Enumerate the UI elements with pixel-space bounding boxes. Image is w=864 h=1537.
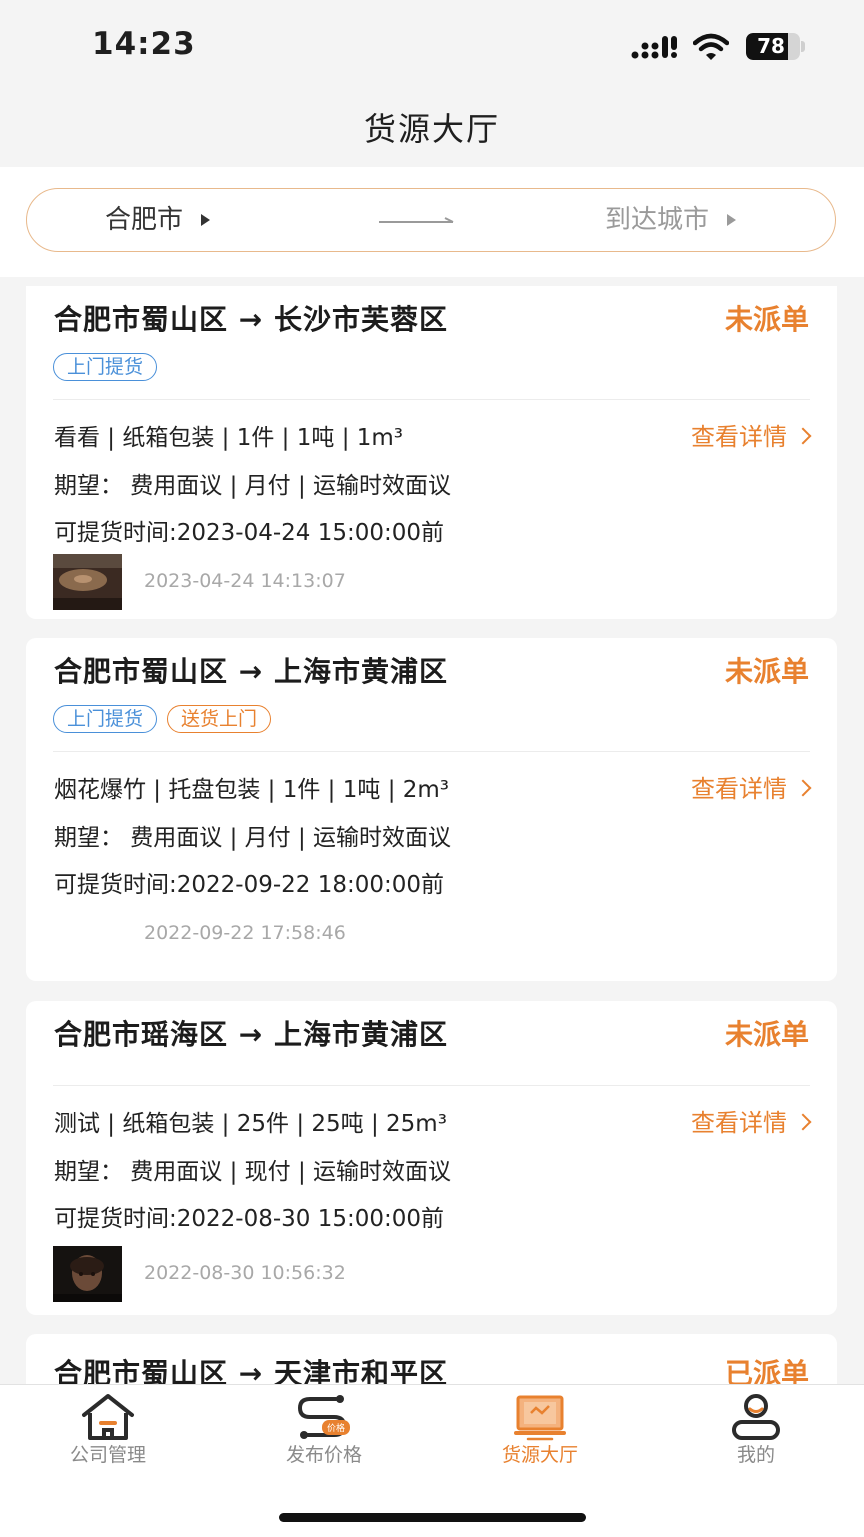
status-bar: 14:23 78 <box>0 0 864 92</box>
price-route-icon: 价格 <box>297 1395 350 1439</box>
tag-delivery: 送货上门 <box>167 705 272 733</box>
caret-right-icon <box>201 214 211 226</box>
route-arrow-icon <box>379 217 454 223</box>
listing-card[interactable]: 合肥市蜀山区 → 上海市黄浦区 未派单 上门提货 送货上门 烟花爆竹 | 托盘包… <box>26 638 837 981</box>
home-icon <box>82 1394 134 1440</box>
view-details-link[interactable]: 查看详情 <box>691 1103 812 1138</box>
tab-label: 公司管理 <box>69 1444 146 1466</box>
from-city-label: 合肥市 <box>105 205 184 235</box>
status-time: 14:23 <box>92 26 196 62</box>
page-title: 货源大厅 <box>363 110 500 148</box>
caret-right-icon <box>727 214 737 226</box>
chevron-right-icon <box>794 779 812 797</box>
shipper-avatar-image <box>53 1246 122 1302</box>
listing-card[interactable]: 合肥市瑶海区 → 上海市黄浦区 未派单 测试 | 纸箱包装 | 25件 | 25… <box>26 1001 837 1315</box>
profile-icon <box>732 1394 780 1440</box>
battery-cap <box>801 41 805 52</box>
expectation-info: 期望： 费用面议 | 月付 | 运输时效面议 <box>54 473 452 499</box>
posted-timestamp: 2022-09-22 17:58:46 <box>144 922 346 944</box>
listing-card[interactable]: 合肥市蜀山区 → 长沙市芙蓉区 未派单 上门提货 看看 | 纸箱包装 | 1件 … <box>26 286 837 619</box>
expectation-info: 期望： 费用面议 | 现付 | 运输时效面议 <box>54 1159 452 1185</box>
home-indicator[interactable] <box>279 1513 586 1522</box>
view-details-label: 查看详情 <box>691 423 787 451</box>
route-text: 合肥市瑶海区 → 上海市黄浦区 <box>54 1018 448 1051</box>
service-tags: 上门提货 <box>53 353 158 383</box>
wifi-icon <box>693 33 729 60</box>
tag-pickup: 上门提货 <box>53 705 158 733</box>
tab-publish-price[interactable]: 价格 发布价格 <box>216 1385 432 1485</box>
view-details-link[interactable]: 查看详情 <box>691 417 812 452</box>
tab-my-profile[interactable]: 我的 <box>648 1385 864 1485</box>
dispatch-status: 未派单 <box>724 1018 809 1051</box>
divider <box>53 751 810 752</box>
pickup-time: 可提货时间:2022-09-22 18:00:00前 <box>54 872 445 898</box>
cellular-signal-icon <box>631 36 677 59</box>
city-filter: 合肥市 到达城市 <box>26 188 836 252</box>
route-text: 合肥市蜀山区 → 长沙市芙蓉区 <box>54 303 448 336</box>
shipper-avatar-image <box>53 554 122 610</box>
battery-percent: 78 <box>757 34 785 58</box>
cargo-info: 看看 | 纸箱包装 | 1件 | 1吨 | 1m³ <box>54 425 404 451</box>
price-badge-text: 价格 <box>327 1422 345 1434</box>
battery-icon: 78 <box>746 33 800 60</box>
tab-label: 发布价格 <box>285 1444 362 1466</box>
divider <box>53 399 810 400</box>
tab-cargo-hall[interactable]: 货源大厅 <box>432 1385 648 1485</box>
view-details-link[interactable]: 查看详情 <box>691 769 812 804</box>
posted-timestamp: 2022-08-30 10:56:32 <box>144 1262 346 1284</box>
to-city-selector[interactable]: 到达城市 <box>605 189 737 251</box>
chevron-right-icon <box>794 427 812 445</box>
tab-label: 我的 <box>736 1444 775 1466</box>
tab-company-management[interactable]: 公司管理 <box>0 1385 216 1485</box>
divider <box>53 1085 810 1086</box>
service-tags: 上门提货 送货上门 <box>53 705 272 735</box>
to-city-label: 到达城市 <box>605 205 710 235</box>
view-details-label: 查看详情 <box>691 775 787 803</box>
route-text: 合肥市蜀山区 → 上海市黄浦区 <box>54 655 448 688</box>
dispatch-status: 未派单 <box>724 303 809 336</box>
pickup-time: 可提货时间:2022-08-30 15:00:00前 <box>54 1206 445 1232</box>
expectation-info: 期望： 费用面议 | 月付 | 运输时效面议 <box>54 825 452 851</box>
cargo-info: 测试 | 纸箱包装 | 25件 | 25吨 | 25m³ <box>54 1111 447 1137</box>
chevron-right-icon <box>794 1113 812 1131</box>
pickup-time: 可提货时间:2023-04-24 15:00:00前 <box>54 520 445 546</box>
view-details-label: 查看详情 <box>691 1109 787 1137</box>
posted-timestamp: 2023-04-24 14:13:07 <box>144 570 346 592</box>
cargo-info: 烟花爆竹 | 托盘包装 | 1件 | 1吨 | 2m³ <box>54 777 450 803</box>
cargo-hall-icon <box>514 1395 566 1441</box>
dispatch-status: 未派单 <box>724 655 809 688</box>
tab-label: 货源大厅 <box>501 1444 578 1466</box>
tag-pickup: 上门提货 <box>53 353 158 381</box>
from-city-selector[interactable]: 合肥市 <box>105 189 211 251</box>
